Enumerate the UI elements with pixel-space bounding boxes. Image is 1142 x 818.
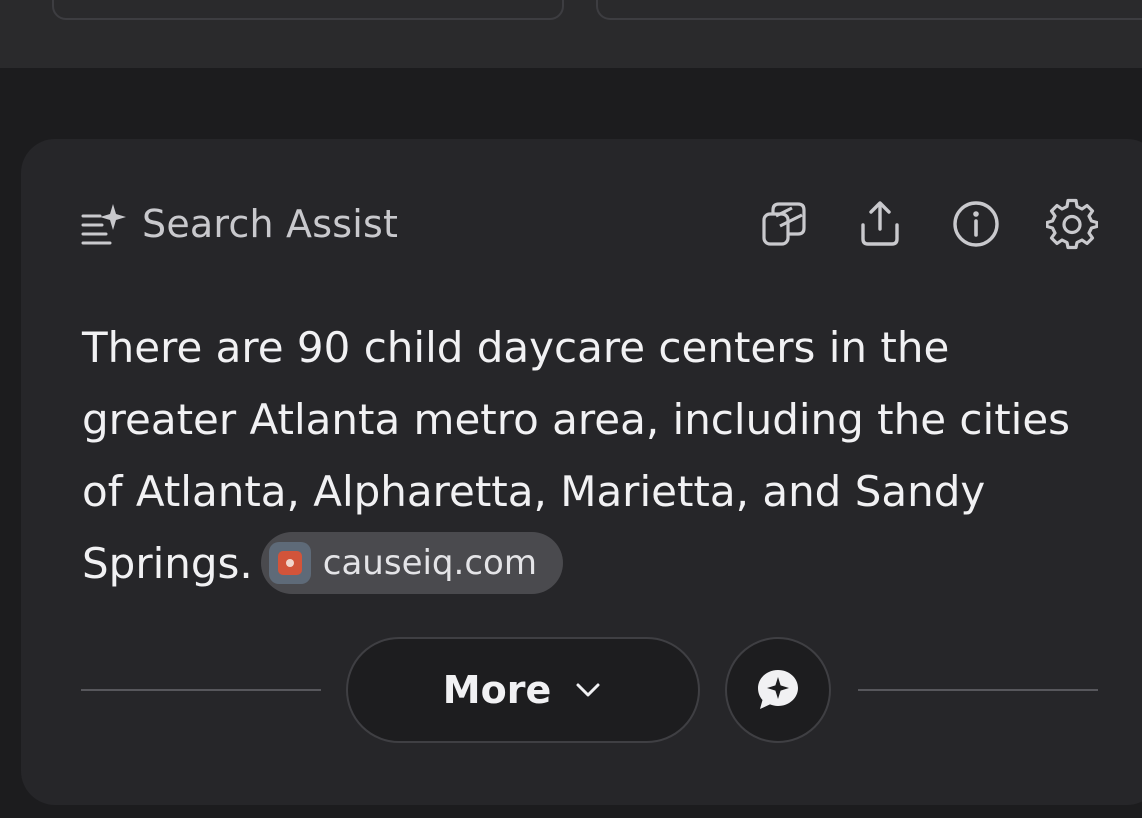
settings-button[interactable] [1044, 196, 1100, 252]
chat-sparkle-icon [758, 670, 798, 709]
info-icon [953, 201, 999, 247]
causeiq-favicon-icon [268, 541, 311, 584]
info-button[interactable] [948, 196, 1004, 252]
copy-button[interactable] [756, 196, 812, 252]
gear-icon [1046, 198, 1098, 250]
divider-right [858, 689, 1098, 691]
answer-text: There are 90 child daycare centers in th… [82, 323, 1071, 588]
sparkle-list-icon [81, 204, 126, 245]
answer-text-block: There are 90 child daycare centers in th… [82, 312, 1102, 600]
previous-result-card[interactable] [596, 0, 1142, 20]
chevron-down-icon [576, 683, 600, 697]
chat-button[interactable] [725, 637, 831, 743]
panel-header: Search Assist [80, 196, 398, 252]
divider-left [81, 689, 321, 691]
previous-result-card[interactable] [52, 0, 564, 20]
copy-icon [762, 202, 806, 246]
source-chip[interactable]: causeiq.com [260, 531, 563, 594]
panel-title: Search Assist [142, 202, 399, 246]
share-icon [861, 201, 899, 246]
more-button[interactable]: More [346, 637, 700, 743]
source-label: causeiq.com [322, 542, 537, 583]
panel-actions [756, 196, 1100, 252]
more-label: More [442, 668, 552, 712]
share-button[interactable] [852, 196, 908, 252]
previous-results-strip [0, 0, 1142, 68]
